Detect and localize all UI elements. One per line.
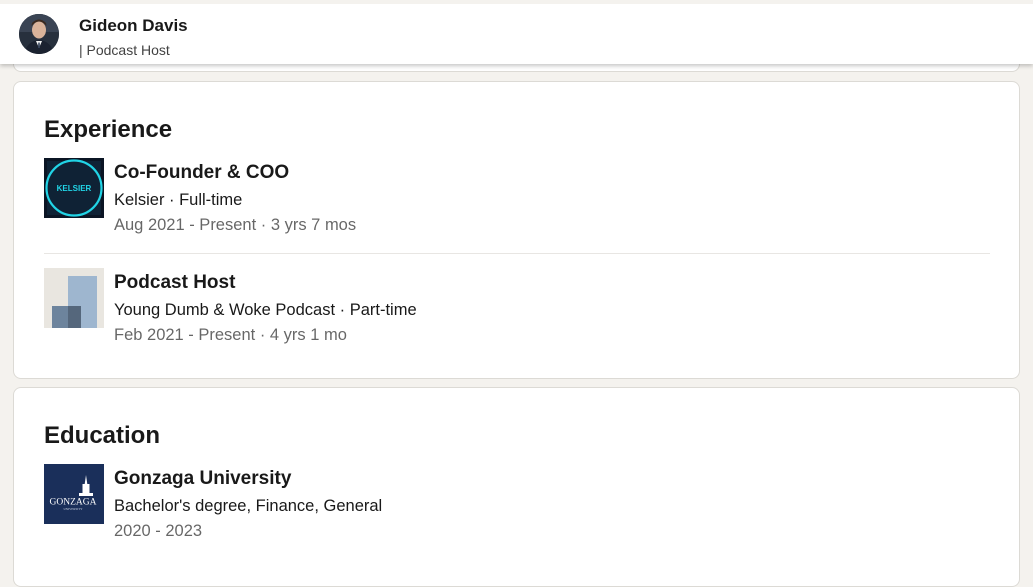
sticky-profile-header: Gideon Davis | Podcast Host — [0, 0, 1033, 64]
podcast-logo-icon[interactable] — [44, 268, 104, 328]
experience-section: Experience KELSIER Co-Founder & COO Kels… — [13, 81, 1020, 379]
experience-company: Young Dumb & Woke Podcast · Part-time — [114, 301, 417, 319]
experience-dates: Feb 2021 - Present · 4 yrs 1 mo — [114, 326, 347, 344]
kelsier-logo-icon[interactable]: KELSIER — [44, 158, 104, 218]
profile-photo-icon — [19, 14, 59, 54]
experience-heading: Experience — [44, 116, 173, 143]
education-school[interactable]: Gonzaga University — [114, 468, 291, 490]
gonzaga-logo-subtext: UNIVERSITY — [63, 507, 83, 511]
profile-headline: | Podcast Host — [79, 42, 170, 58]
experience-item-kelsier[interactable]: KELSIER Co-Founder & COO Kelsier · Full-… — [44, 158, 990, 248]
profile-name: Gideon Davis — [79, 16, 188, 35]
education-heading: Education — [44, 422, 161, 449]
education-item-gonzaga[interactable]: GONZAGA UNIVERSITY Gonzaga University Ba… — [44, 464, 990, 554]
kelsier-logo-text: KELSIER — [57, 184, 92, 193]
experience-company: Kelsier · Full-time — [114, 191, 243, 209]
experience-item-podcast[interactable]: Podcast Host Young Dumb & Woke Podcast ·… — [44, 268, 990, 358]
gonzaga-logo-text: GONZAGA — [50, 498, 97, 508]
divider — [44, 253, 990, 254]
experience-title[interactable]: Co-Founder & COO — [114, 162, 289, 184]
experience-dates: Aug 2021 - Present · 3 yrs 7 mos — [114, 216, 357, 234]
avatar[interactable] — [19, 14, 59, 54]
education-degree: Bachelor's degree, Finance, General — [114, 497, 383, 515]
gonzaga-logo-icon[interactable]: GONZAGA UNIVERSITY — [44, 464, 104, 524]
education-dates: 2020 - 2023 — [114, 522, 203, 540]
previous-card-edge — [13, 64, 1020, 72]
experience-title[interactable]: Podcast Host — [114, 272, 235, 294]
education-section: Education GONZAGA UNIVERSITY Gonzaga Uni… — [13, 387, 1020, 587]
